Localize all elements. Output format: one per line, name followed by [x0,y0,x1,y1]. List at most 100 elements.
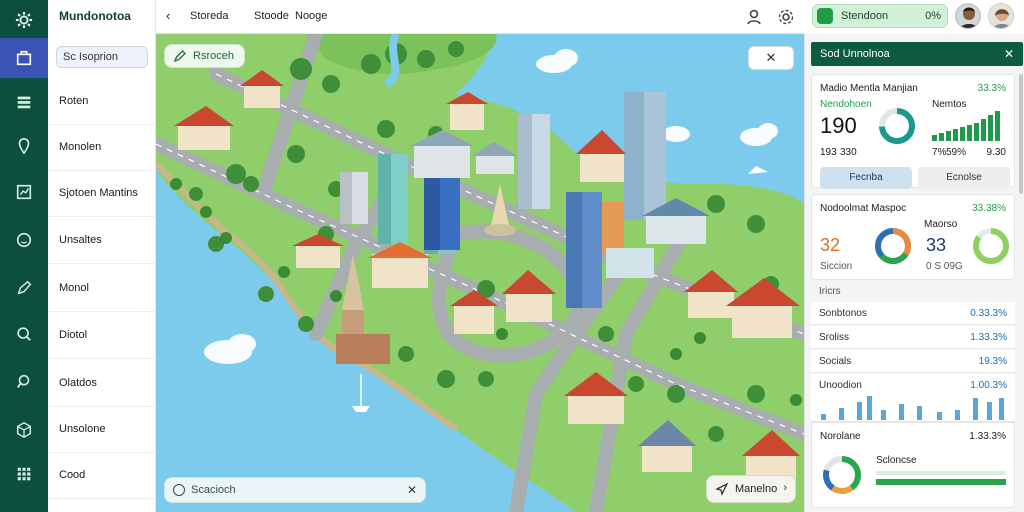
card1-sub1: Nendohoen [820,99,872,110]
card1-right-a: 7% [932,147,947,158]
list-row-1[interactable]: Sroliss 1.33.3% [811,326,1015,349]
sidebar-item-4[interactable]: Monol [48,265,156,312]
footer-sub: Scloncse [876,455,917,466]
row-label: Sonbtonos [819,308,867,319]
sidebar-item-0[interactable]: Roten [48,78,156,125]
card2-donut-left [875,228,911,264]
sidebar-item-2[interactable]: Sjotoen Mantins [48,170,156,217]
breadcrumb-2[interactable]: Stoode [254,10,289,22]
card1-big-number: 190 [820,113,857,138]
panel-header: Sod Unnolnoa ✕ [811,42,1023,66]
map-chip-label: Rsroceh [193,50,234,62]
secondary-tab-button[interactable]: Ecnolse [918,167,1010,189]
card1-right-c: 9.30 [986,147,1006,158]
card2-big-right: 33 [926,235,947,255]
back-arrow-icon[interactable]: ‹ [166,8,170,23]
home-box-icon[interactable] [0,38,48,78]
navigation-icon [715,482,729,496]
row-value: 1.00.3% [970,380,1007,391]
pen-icon[interactable] [0,268,48,308]
magnifier-icon[interactable] [0,362,48,402]
sidebar-item-1[interactable]: Monolen [48,124,156,171]
panel-title: Sod Unnolnoa [820,48,890,60]
footer-value: 1.33.3% [969,431,1006,442]
sidebar: Mundonotoa Sc Isoprion Roten Monolen Sjo… [48,0,156,512]
user-icon[interactable] [744,7,764,27]
map-view[interactable]: Rsroceh ✕ Scacioch ✕ Manelno › [156,34,804,512]
list-row-2[interactable]: Socials 19.3% [811,350,1015,373]
map-button-label: Manelno [735,483,778,495]
app-title: Mundonotoa [59,9,131,23]
card1-right-b: 59% [946,147,967,158]
card2-sub: Maorso [924,219,958,230]
chart-icon[interactable] [0,172,48,212]
footer-donut [823,456,861,494]
list-icon[interactable] [0,82,48,122]
metrics-card-1: Madio Mentla Manjian 33.3% Nendohoen Nem… [811,74,1015,189]
card1-bar-chart [932,111,1000,141]
card2-donut-right [973,228,1009,264]
card1-left-b: 330 [840,147,857,158]
cube-icon[interactable] [0,410,48,450]
location-pin-icon[interactable] [0,126,48,166]
search-icon[interactable] [0,314,48,354]
card2-pct: 33.38% [972,203,1006,214]
breadcrumb-1[interactable]: Storeda [190,10,229,22]
grid-icon[interactable] [0,454,48,494]
footer-label: Norolane [820,431,861,442]
card2-foot-left: Siccion [820,261,853,272]
row-label: Unoodion [819,380,862,391]
card1-donut [879,108,915,144]
row-label: Socials [819,356,852,367]
settings-gear-icon[interactable] [0,0,48,40]
map-search-input[interactable]: Scacioch ✕ [164,477,426,503]
sidebar-item-5[interactable]: Diotol [48,312,156,359]
card2-foot-right: 0 S 09G [926,261,963,272]
metrics-card-2: Nodoolmat Maspoc 33.38% Maorso 32 33 Sic… [811,194,1015,280]
right-panel: Sod Unnolnoa ✕ Madio Mentla Manjian 33.3… [804,34,1024,512]
close-icon[interactable]: ✕ [748,46,794,70]
sidebar-search-input[interactable]: Sc Isoprion [56,46,148,68]
sidebar-item-6[interactable]: Olatdos [48,360,156,407]
clear-icon[interactable]: ✕ [407,483,417,497]
status-pill[interactable]: Stendoon 0% [812,4,948,28]
city-map-illustration [156,34,804,512]
sidebar-item-7[interactable]: Unsolone [48,406,156,453]
row-value: 0.33.3% [970,308,1007,319]
list-row-3[interactable]: Unoodion 1.00.3% [811,374,1015,422]
pencil-icon [173,50,186,63]
footer-progress [876,479,1006,485]
sidebar-item-3[interactable]: Unsaltes [48,217,156,264]
status-value: 0% [925,10,941,22]
settings-icon[interactable] [776,7,796,27]
card1-title: Madio Mentla Manjian [820,83,918,94]
sidebar-item-8[interactable]: Cood [48,452,156,499]
card2-title: Nodoolmat Maspoc [820,203,907,214]
list-row-0[interactable]: Sonbtonos 0.33.3% [811,302,1015,325]
row-bar-chart [821,396,1004,420]
card1-left-a: 193 [820,147,837,158]
icon-rail [0,0,48,512]
row-label: Sroliss [819,332,850,343]
footer-card: Norolane 1.33.3% Scloncse [811,422,1015,508]
top-bar: ‹ Storeda Stoode Nooge [156,0,804,34]
row-value: 19.3% [978,356,1007,367]
footer-track [876,471,1006,475]
status-label: Stendoon [841,10,889,22]
card2-big-left: 32 [820,235,841,255]
map-action-button[interactable]: Manelno › [706,475,796,503]
primary-tab-button[interactable]: Fecnba [820,167,912,189]
search-icon [173,484,185,496]
close-icon[interactable]: ✕ [1004,47,1014,61]
row-value: 1.33.3% [970,332,1007,343]
chevron-right-icon: › [783,482,787,494]
panel-scrollbar[interactable] [1019,74,1023,194]
card1-pct: 33.3% [977,83,1006,94]
map-filter-chip[interactable]: Rsroceh [164,44,245,68]
section-label: Iricrs [819,286,841,297]
breadcrumb-3[interactable]: Nooge [295,10,327,22]
face-icon[interactable] [0,220,48,260]
avatar-2[interactable] [988,3,1014,29]
avatar-1[interactable] [955,3,981,29]
map-search-placeholder: Scacioch [191,484,236,496]
